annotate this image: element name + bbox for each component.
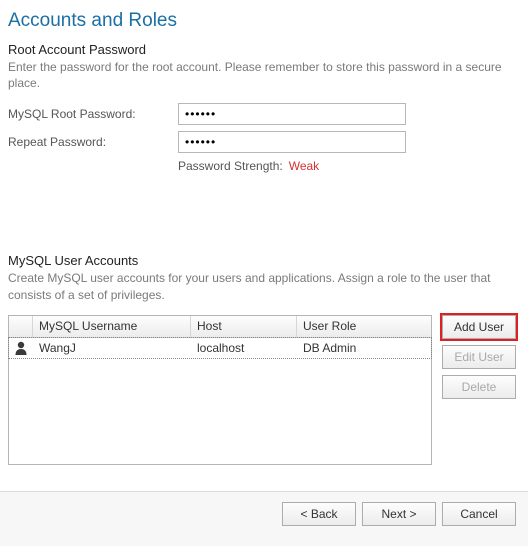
col-username[interactable]: MySQL Username — [33, 316, 191, 337]
password-strength-value: Weak — [289, 159, 319, 173]
root-password-description: Enter the password for the root account.… — [8, 59, 516, 91]
root-password-input[interactable] — [178, 103, 406, 125]
cell-host: localhost — [191, 341, 297, 355]
cancel-button[interactable]: Cancel — [442, 502, 516, 526]
user-icon — [9, 340, 33, 356]
back-button[interactable]: < Back — [282, 502, 356, 526]
user-accounts-heading: MySQL User Accounts — [8, 253, 516, 268]
user-accounts-grid[interactable]: MySQL Username Host User Role WangJ loca… — [8, 315, 432, 465]
password-strength-label: Password Strength: — [178, 159, 283, 173]
root-password-label: MySQL Root Password: — [8, 107, 178, 121]
grid-header: MySQL Username Host User Role — [9, 316, 431, 338]
delete-user-button[interactable]: Delete — [442, 375, 516, 399]
root-password-heading: Root Account Password — [8, 42, 516, 57]
table-row[interactable]: WangJ localhost DB Admin — [8, 337, 432, 359]
next-button[interactable]: Next > — [362, 502, 436, 526]
wizard-footer: < Back Next > Cancel — [0, 491, 528, 546]
page-title: Accounts and Roles — [8, 10, 516, 32]
user-accounts-description: Create MySQL user accounts for your user… — [8, 270, 516, 302]
cell-role: DB Admin — [297, 341, 431, 355]
repeat-password-input[interactable] — [178, 131, 406, 153]
edit-user-button[interactable]: Edit User — [442, 345, 516, 369]
add-user-button[interactable]: Add User — [442, 315, 516, 339]
cell-username: WangJ — [33, 341, 191, 355]
repeat-password-label: Repeat Password: — [8, 135, 178, 149]
col-host[interactable]: Host — [191, 316, 297, 337]
col-role[interactable]: User Role — [297, 316, 431, 337]
